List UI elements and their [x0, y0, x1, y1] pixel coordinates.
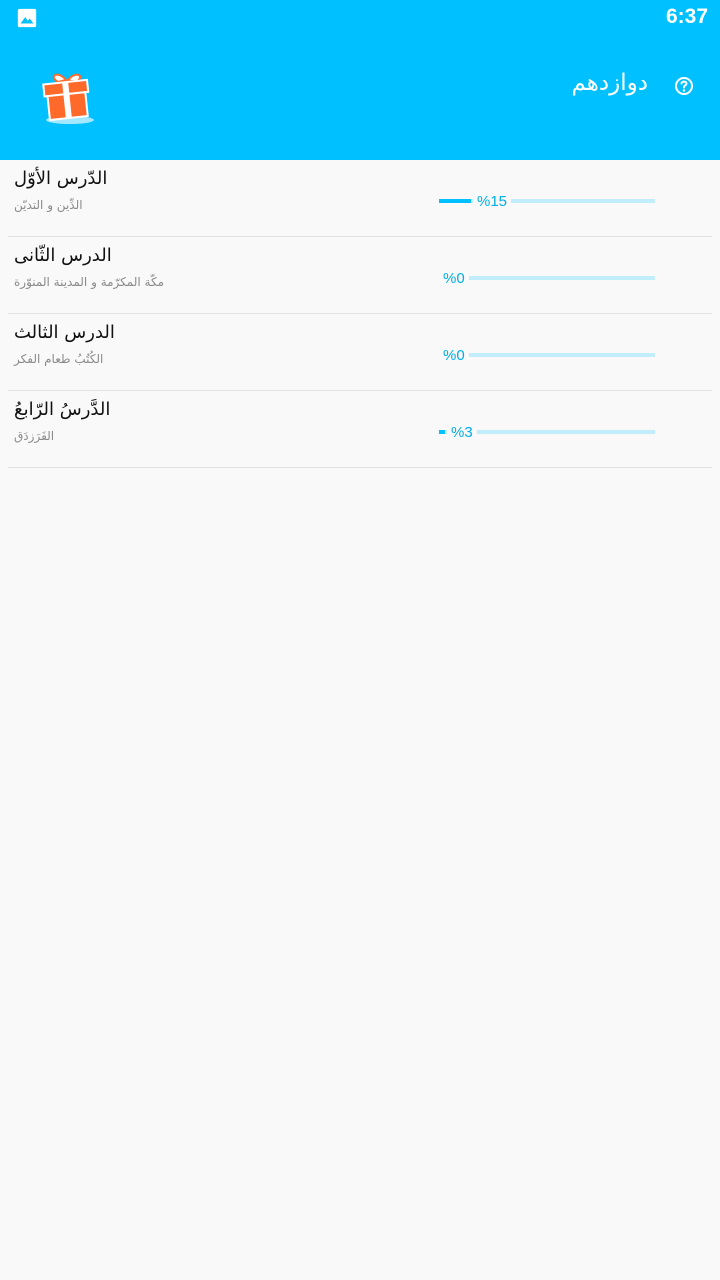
status-bar: 6:37 — [0, 0, 720, 40]
gift-icon — [42, 73, 94, 124]
lesson-row-3[interactable]: الدرس الثالث الكُتُبُ طعام الفکر %0 — [8, 314, 712, 391]
progress-track — [439, 199, 655, 203]
help-button[interactable] — [672, 74, 696, 98]
lesson-progress: %0 — [439, 269, 655, 289]
lesson-subtitle: مكّة المكرّمة و المدينة المنوّرة — [14, 275, 165, 289]
lesson-title: الدرس الثّانی — [14, 245, 112, 266]
app-bar: دوازدهم — [0, 40, 720, 160]
gift-button[interactable] — [36, 64, 100, 128]
lesson-progress: %3 — [439, 423, 655, 443]
progress-label: %15 — [473, 192, 512, 212]
progress-label: %3 — [447, 423, 477, 443]
lesson-subtitle: الكُتُبُ طعام الفکر — [14, 352, 104, 366]
progress-fill — [439, 199, 471, 203]
lesson-progress: %15 — [439, 192, 655, 212]
lesson-subtitle: الدِّين و التديّن — [14, 198, 83, 212]
progress-label: %0 — [439, 346, 469, 366]
progress-track — [439, 353, 655, 357]
app-title: دوازدهم — [571, 70, 648, 96]
lesson-list: الدّرس الأوّل الدِّين و التديّن %15 الدر… — [0, 160, 720, 468]
progress-label: %0 — [439, 269, 469, 289]
progress-fill — [439, 430, 445, 434]
lesson-title: الدّرس الأوّل — [14, 168, 108, 189]
lesson-title: الدَّرسُ الرّابعُ — [14, 399, 111, 420]
lesson-progress: %0 — [439, 346, 655, 366]
lesson-row-4[interactable]: الدَّرسُ الرّابعُ الفَرَزدَق %3 — [8, 391, 712, 468]
lesson-row-1[interactable]: الدّرس الأوّل الدِّين و التديّن %15 — [8, 160, 712, 237]
help-icon — [675, 77, 693, 95]
lesson-title: الدرس الثالث — [14, 322, 115, 343]
lesson-subtitle: الفَرَزدَق — [14, 429, 55, 443]
status-time: 6:37 — [665, 5, 708, 28]
image-icon — [17, 8, 37, 28]
lesson-row-2[interactable]: الدرس الثّانی مكّة المكرّمة و المدينة ال… — [8, 237, 712, 314]
progress-track — [439, 276, 655, 280]
